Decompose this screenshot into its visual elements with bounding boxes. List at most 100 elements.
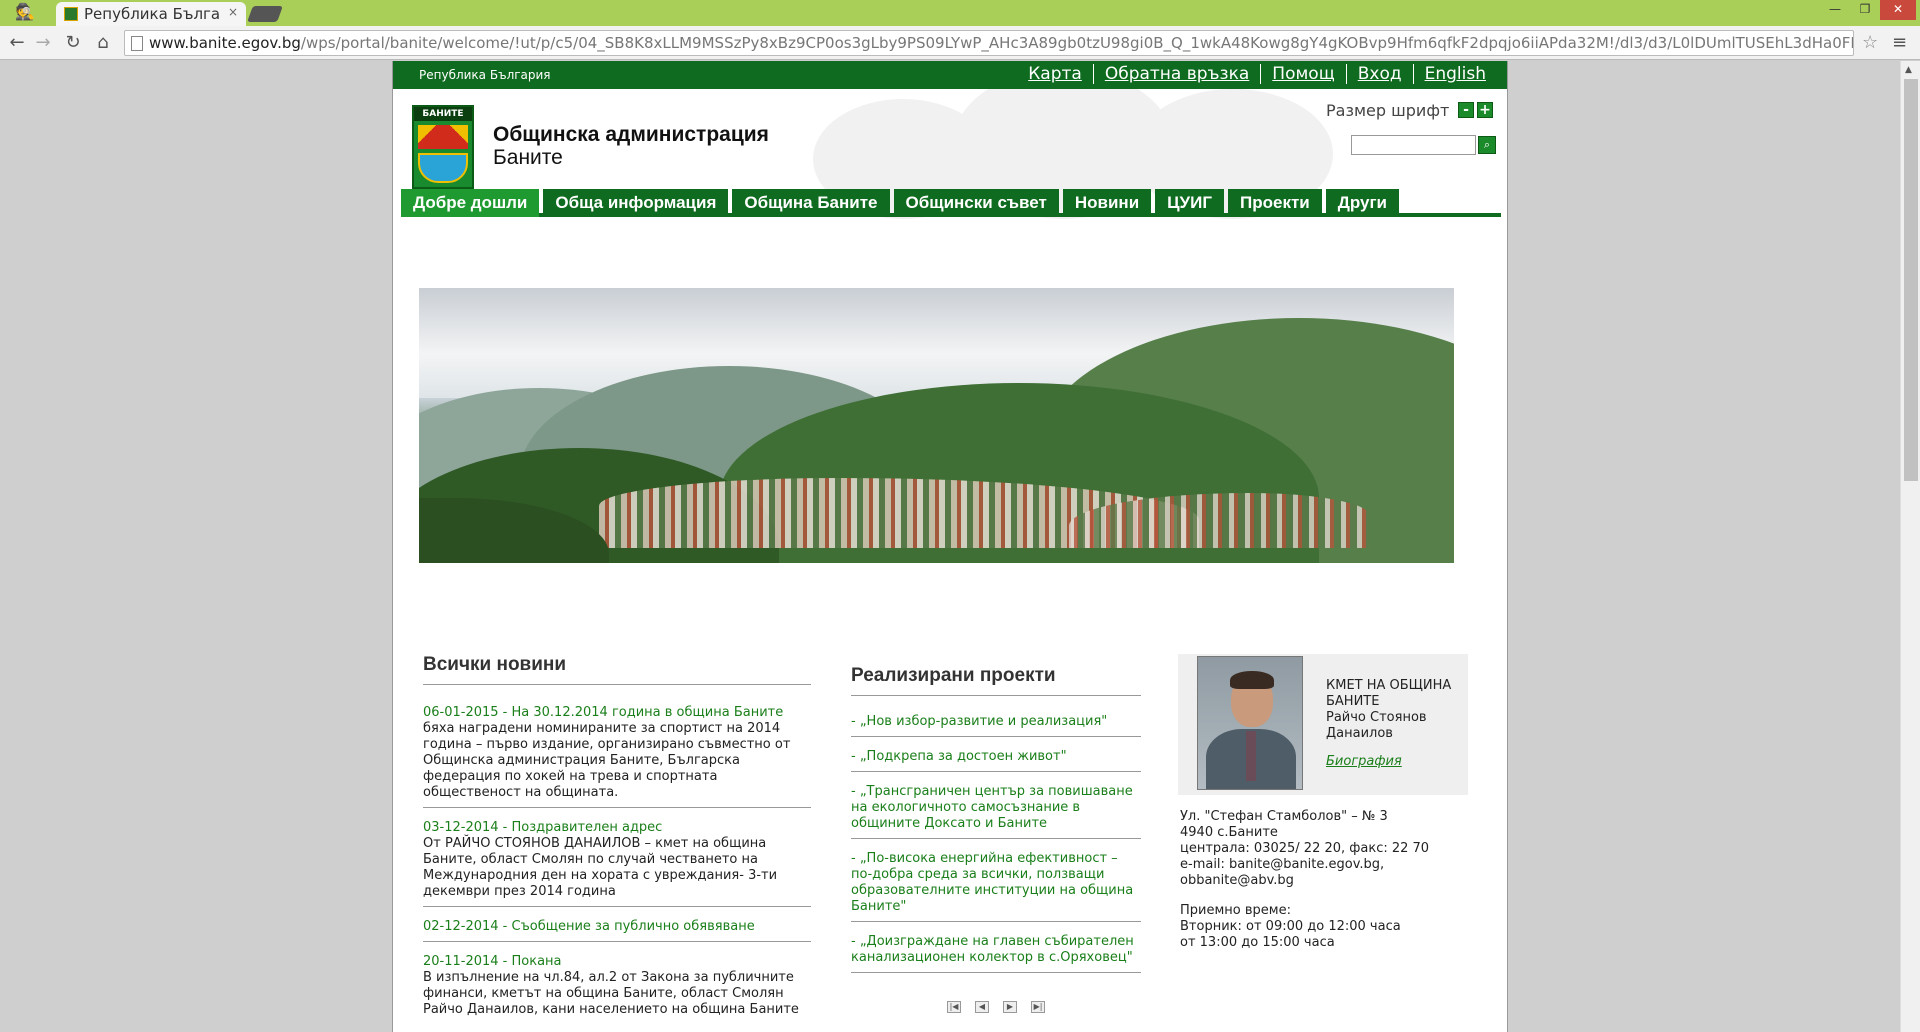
contacts-block: Ул. "Стефан Стамболов" – № 3 4940 с.Бани… xyxy=(1180,809,1480,951)
site-favicon-icon xyxy=(64,7,78,21)
country-label: Република България xyxy=(419,68,551,82)
forward-arrow-icon[interactable]: → xyxy=(32,32,54,54)
news-item: 03-12-2014 - Поздравителен адрес От РАЙЧ… xyxy=(423,808,811,907)
browser-tab-bar: 🕵 Република Бълга × — ❐ ✕ xyxy=(0,0,1920,26)
top-link-map[interactable]: Карта xyxy=(1017,64,1093,84)
page-icon xyxy=(131,36,143,51)
mayor-title-line2: БАНИТЕ xyxy=(1326,694,1380,709)
org-name: Общинска администрация Баните xyxy=(493,123,769,169)
news-item: 20-11-2014 - Покана В изпълнение на чл.8… xyxy=(423,942,811,1024)
scroll-up-icon[interactable]: ▲ xyxy=(1905,65,1912,75)
org-name-line2: Баните xyxy=(493,146,563,169)
projects-pager: |◀ ◀ ▶ ▶| xyxy=(851,1001,1141,1013)
projects-title: Реализирани проекти xyxy=(851,665,1141,696)
mayor-title-line1: КМЕТ НА ОБЩИНА xyxy=(1326,678,1452,693)
news-item-body: От РАЙЧО СТОЯНОВ ДАНАИЛОВ – кмет на общи… xyxy=(423,836,778,899)
back-arrow-icon[interactable]: ← xyxy=(6,32,28,54)
top-link-feedback[interactable]: Обратна връзка xyxy=(1092,64,1260,84)
nav-municipality[interactable]: Община Баните xyxy=(732,189,890,217)
font-increase-button[interactable]: + xyxy=(1477,102,1493,118)
contact-email2[interactable]: obbanite@abv.bg xyxy=(1180,873,1480,889)
browser-toolbar: ← → ↻ ⌂ www.banite.egov.bg/wps/portal/ba… xyxy=(0,26,1920,60)
main-navigation: Добре дошли Обща информация Община Банит… xyxy=(401,189,1501,217)
project-link[interactable]: - „По-висока енергийна ефективност – по-… xyxy=(851,839,1141,922)
home-icon[interactable]: ⌂ xyxy=(92,32,114,54)
top-links: Карта Обратна връзка Помощ Вход English xyxy=(1017,64,1497,84)
window-restore-button[interactable]: ❐ xyxy=(1850,0,1880,20)
nav-council[interactable]: Общински съвет xyxy=(893,189,1059,217)
project-link[interactable]: - „Трансграничен център за повишаване на… xyxy=(851,772,1141,839)
contact-email1[interactable]: e-mail: banite@banite.egov.bg, xyxy=(1180,857,1480,873)
biography-link[interactable]: Биография xyxy=(1326,754,1402,769)
logo-mountains xyxy=(418,125,468,149)
photo-hair xyxy=(1230,671,1274,689)
window-close-button[interactable]: ✕ xyxy=(1880,0,1916,20)
tab-title: Република Бълга xyxy=(84,5,221,23)
news-item-body: В изпълнение на чл.84, ал.2 от Закона за… xyxy=(423,970,799,1017)
tab-close-icon[interactable]: × xyxy=(228,5,238,19)
contact-address2: 4940 с.Баните xyxy=(1180,825,1278,840)
mayor-title: КМЕТ НА ОБЩИНА БАНИТЕ Райчо Стоянов Дана… xyxy=(1326,678,1466,742)
news-item: 02-12-2014 - Съобщение за публично обявя… xyxy=(423,907,811,942)
pager-next-icon[interactable]: ▶ xyxy=(1003,1001,1017,1013)
project-link[interactable]: - „Доизграждане на главен събирателен ка… xyxy=(851,922,1141,973)
font-decrease-button[interactable]: - xyxy=(1458,102,1474,118)
nav-cuig[interactable]: ЦУИГ xyxy=(1155,189,1224,217)
project-link[interactable]: - „Нов избор-развитие и реализация" xyxy=(851,696,1141,737)
nav-news[interactable]: Новини xyxy=(1062,189,1152,217)
font-size-label: Размер шрифт xyxy=(1326,101,1450,120)
news-item-body: бяха наградени номинираните за спортист … xyxy=(423,721,791,800)
mayor-name-line2: Данаилов xyxy=(1326,726,1393,741)
browser-menu-icon[interactable]: ≡ xyxy=(1892,32,1907,53)
nav-other[interactable]: Други xyxy=(1325,189,1399,217)
browser-tab-active[interactable]: Република Бълга × xyxy=(56,2,246,26)
project-link[interactable]: - „Подкрепа за достоен живот" xyxy=(851,737,1141,772)
photo-tie xyxy=(1246,731,1256,781)
new-tab-button[interactable] xyxy=(247,6,283,22)
news-column: Всички новини 06-01-2015 - На 30.12.2014… xyxy=(423,654,811,1024)
contact-phone: централа: 03025/ 22 20, факс: 22 70 xyxy=(1180,841,1430,856)
hours-line1: Вторник: от 09:00 до 12:00 часа xyxy=(1180,919,1401,934)
url-path: /wps/portal/banite/welcome/!ut/p/c5/04_S… xyxy=(300,34,1854,52)
logo-caption: БАНИТЕ xyxy=(414,107,472,121)
news-item: 06-01-2015 - На 30.12.2014 година в общи… xyxy=(423,685,811,808)
nav-general-info[interactable]: Обща информация xyxy=(543,189,729,217)
news-item-link[interactable]: 20-11-2014 - Покана xyxy=(423,954,811,970)
mayor-photo xyxy=(1197,656,1303,790)
top-link-english[interactable]: English xyxy=(1412,64,1497,84)
url-domain: www.banite.egov.bg xyxy=(149,34,301,52)
page-container: Република България Карта Обратна връзка … xyxy=(392,61,1508,1032)
news-item-link[interactable]: 06-01-2015 - На 30.12.2014 година в общи… xyxy=(423,705,811,721)
hours-line2: от 13:00 до 15:00 часа xyxy=(1180,935,1335,950)
top-link-help[interactable]: Помощ xyxy=(1260,64,1345,84)
panorama-banner xyxy=(419,288,1454,563)
reload-icon[interactable]: ↻ xyxy=(62,32,84,54)
vertical-scrollbar[interactable]: ▲ xyxy=(1900,61,1920,1032)
projects-column: Реализирани проекти - „Нов избор-развити… xyxy=(851,665,1141,1013)
news-item-link[interactable]: 03-12-2014 - Поздравителен адрес xyxy=(423,820,811,836)
pager-prev-icon[interactable]: ◀ xyxy=(975,1001,989,1013)
search-input[interactable] xyxy=(1351,135,1476,155)
search-icon[interactable]: ⌕ xyxy=(1478,136,1496,154)
address-bar[interactable]: www.banite.egov.bg/wps/portal/banite/wel… xyxy=(124,30,1854,56)
news-title: Всички новини xyxy=(423,654,811,685)
news-item-link[interactable]: 02-12-2014 - Съобщение за публично обявя… xyxy=(423,919,811,935)
org-name-line1: Общинска администрация xyxy=(493,123,769,146)
mayor-name-line1: Райчо Стоянов xyxy=(1326,710,1427,725)
nav-projects[interactable]: Проекти xyxy=(1228,189,1322,217)
pager-last-icon[interactable]: ▶| xyxy=(1031,1001,1045,1013)
mayor-panel: КМЕТ НА ОБЩИНА БАНИТЕ Райчо Стоянов Дана… xyxy=(1178,654,1468,795)
nav-welcome[interactable]: Добре дошли xyxy=(401,189,540,217)
contact-address1: Ул. "Стефан Стамболов" – № 3 xyxy=(1180,809,1388,824)
bookmark-star-icon[interactable]: ☆ xyxy=(1862,32,1878,53)
scrollbar-thumb[interactable] xyxy=(1904,79,1918,481)
window-minimize-button[interactable]: — xyxy=(1820,0,1850,20)
hours-title: Приемно време: xyxy=(1180,903,1291,918)
incognito-icon: 🕵 xyxy=(15,2,35,21)
logo-water xyxy=(418,153,468,183)
municipality-logo[interactable]: БАНИТЕ xyxy=(412,105,474,189)
top-strip: Република България Карта Обратна връзка … xyxy=(393,61,1507,89)
pager-first-icon[interactable]: |◀ xyxy=(947,1001,961,1013)
top-link-login[interactable]: Вход xyxy=(1345,64,1413,84)
